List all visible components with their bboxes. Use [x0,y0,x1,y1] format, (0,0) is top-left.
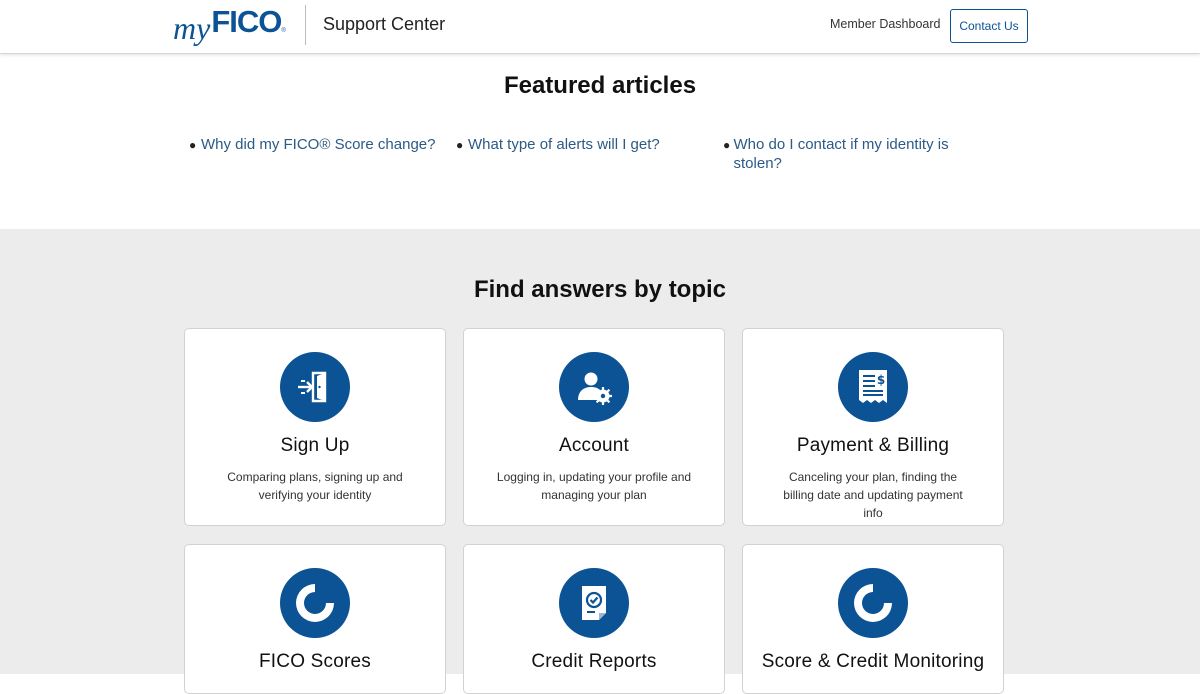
sign-in-door-icon [280,352,350,422]
topic-card-title: Credit Reports [531,651,657,672]
logo-my-text: my [173,10,211,46]
member-dashboard-link[interactable]: Member Dashboard [830,17,940,31]
bullet-icon: ● [189,138,197,152]
myfico-logo[interactable]: my FICO ® [173,6,286,46]
logo-fico-text: FICO [211,4,282,39]
topic-card-title: FICO Scores [259,651,371,672]
featured-article-item: ● Who do I contact if my identity is sto… [723,135,968,173]
topics-section: Find answers by topic Sign Up Comparing … [0,229,1200,694]
topic-card-description: Comparing plans, signing up and verifyin… [227,470,403,502]
svg-text:850: 850 [306,600,325,610]
bullet-icon: ● [456,138,464,152]
logo-registered-mark: ® [281,28,286,34]
user-settings-icon [559,352,629,422]
topic-card-description: Canceling your plan, finding the billing… [783,470,963,520]
page-title: Support Center [323,14,446,34]
featured-article-item: ● Why did my FICO® Score change? [189,135,439,155]
topic-card-title: Payment & Billing [796,435,950,456]
featured-articles-section: Featured articles ● Why did my FICO® Sco… [0,55,1200,229]
topic-card-title: Score & Credit Monitoring [761,651,985,672]
monitoring-pulse-icon [838,568,908,638]
topic-card-account[interactable]: Account Logging in, updating your profil… [463,328,725,526]
featured-article-link[interactable]: What type of alerts will I get? [468,135,660,155]
svg-text:$: $ [877,373,885,387]
topic-card-payment-billing[interactable]: $ Payment & Billing Canceling your plan,… [742,328,1004,526]
bullet-icon: ● [723,138,731,152]
billing-receipt-icon: $ [838,352,908,422]
credit-report-check-icon [559,568,629,638]
contact-us-button[interactable]: Contact Us [950,9,1028,43]
topic-card-title: Account [558,435,630,456]
featured-articles-heading: Featured articles [503,72,697,99]
featured-article-link[interactable]: Why did my FICO® Score change? [201,135,435,155]
topic-card-sign-up[interactable]: Sign Up Comparing plans, signing up and … [184,328,446,526]
topic-card-fico-scores[interactable]: 850 FICO Scores [184,544,446,694]
score-gauge-icon: 850 [280,568,350,638]
featured-article-link[interactable]: Who do I contact if my identity is stole… [734,135,968,173]
topic-card-score-credit-monitoring[interactable]: Score & Credit Monitoring [742,544,1004,694]
topic-card-credit-reports[interactable]: Credit Reports [463,544,725,694]
header-divider [305,5,306,45]
featured-article-item: ● What type of alerts will I get? [456,135,706,155]
topic-card-title: Sign Up [280,435,350,456]
site-header: my FICO ® Support Center Member Dashboar… [0,0,1200,54]
topics-heading: Find answers by topic [473,276,727,303]
topic-card-description: Logging in, updating your profile and ma… [496,470,692,502]
